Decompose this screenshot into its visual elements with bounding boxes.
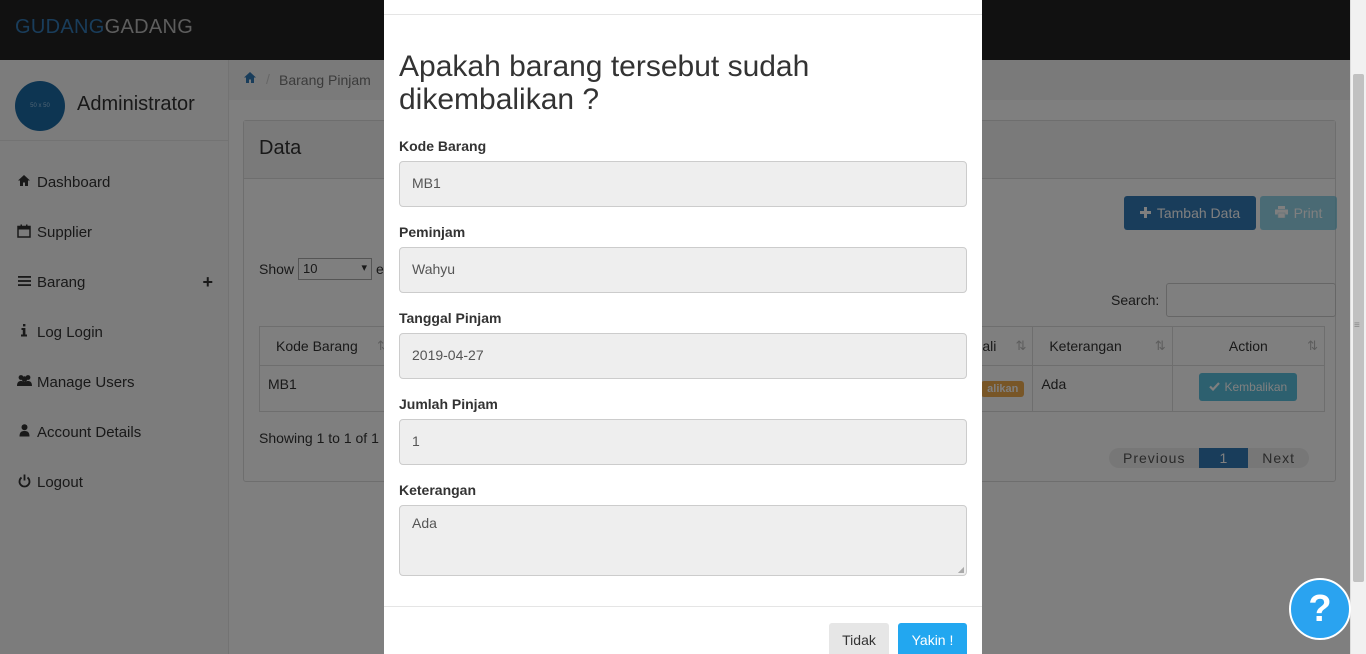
tanggal-pinjam-field[interactable]: 2019-04-27 [399, 333, 967, 379]
resize-handle-icon[interactable]: ◢ [958, 565, 964, 574]
field-label-peminjam: Peminjam [399, 224, 466, 240]
help-button[interactable]: ? [1289, 578, 1351, 640]
cancel-button[interactable]: Tidak [829, 623, 889, 654]
modal-footer: Tidak Yakin ! [384, 606, 982, 654]
scrollbar-grip-icon: ≡ [1354, 320, 1360, 331]
field-label-jumlah-pinjam: Jumlah Pinjam [399, 396, 498, 412]
field-label-kode-barang: Kode Barang [399, 138, 487, 154]
page-scrollbar[interactable]: ≡ [1350, 0, 1366, 654]
modal-header [384, 0, 982, 15]
confirm-return-modal: Apakah barang tersebut sudah dikembalika… [384, 0, 982, 654]
modal-title: Apakah barang tersebut sudah dikembalika… [399, 50, 810, 116]
keterangan-textarea[interactable]: Ada ◢ [399, 505, 967, 576]
field-label-tanggal-pinjam: Tanggal Pinjam [399, 310, 502, 326]
confirm-button[interactable]: Yakin ! [898, 623, 967, 654]
peminjam-field[interactable]: Wahyu [399, 247, 967, 293]
kode-barang-field[interactable]: MB1 [399, 161, 967, 207]
field-label-keterangan: Keterangan [399, 482, 477, 498]
keterangan-value: Ada [412, 515, 437, 531]
jumlah-pinjam-field[interactable]: 1 [399, 419, 967, 465]
